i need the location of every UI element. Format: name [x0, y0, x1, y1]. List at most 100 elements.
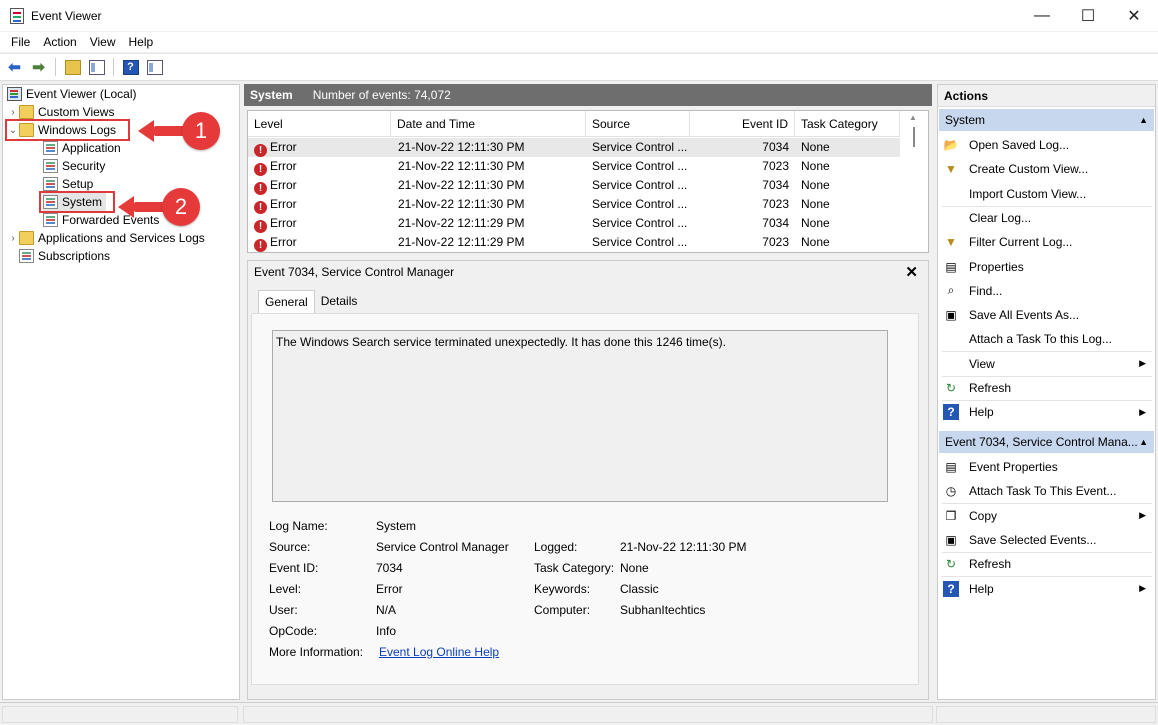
cell-source: Service Control ... — [592, 214, 692, 233]
column-event-id[interactable]: Event ID — [690, 111, 795, 137]
cell-date-time: 21-Nov-22 12:11:30 PM — [398, 176, 583, 195]
label-event-id: Event ID: — [269, 561, 319, 575]
event-log-online-help-link[interactable]: Event Log Online Help — [379, 645, 499, 659]
tree-item-security[interactable]: Security — [43, 157, 105, 175]
cell-date-time: 21-Nov-22 12:11:30 PM — [398, 195, 583, 214]
help-icon[interactable]: ? — [121, 58, 140, 77]
action-item[interactable]: ❐ Copy ▶ — [939, 504, 1154, 528]
cell-source-text: Service Control ... — [592, 235, 688, 249]
cell-event-id: 7023 — [690, 195, 789, 214]
submenu-arrow-icon: ▶ — [1139, 358, 1146, 369]
collapse-up-icon[interactable]: ▲ — [1139, 109, 1148, 131]
chevron-right-icon[interactable]: › — [7, 107, 19, 118]
forward-arrow-icon[interactable]: ➡ — [29, 58, 48, 77]
cell-source-text: Service Control ... — [592, 197, 688, 211]
tree-item-label: Setup — [62, 177, 94, 191]
action-label: Copy — [969, 508, 998, 523]
cell-task-category-text: None — [801, 216, 830, 230]
column-task-category[interactable]: Task Category — [795, 111, 900, 137]
error-icon: ! — [254, 144, 267, 157]
menu-help[interactable]: Help — [123, 32, 161, 52]
column-level[interactable]: Level — [248, 111, 391, 137]
column-date-time[interactable]: Date and Time — [391, 111, 586, 137]
tree-item-applications-services-logs[interactable]: › Applications and Services Logs — [7, 229, 205, 247]
tree-item-label: Applications and Services Logs — [38, 231, 205, 245]
menu-file[interactable]: File — [0, 32, 37, 52]
action-item[interactable]: ◷ Attach Task To This Event... — [939, 479, 1154, 503]
action-item[interactable]: Import Custom View... — [939, 182, 1154, 206]
log-icon — [43, 177, 58, 191]
save-icon: ▣ — [945, 532, 957, 547]
action-item[interactable]: Attach a Task To this Log... — [939, 327, 1154, 351]
table-row[interactable]: ! Error 21-Nov-22 12:11:29 PM Service Contr… — [248, 214, 900, 233]
actions-group-event[interactable]: Event 7034, Service Control Mana... ▲ — [939, 431, 1154, 453]
cell-task-category: None — [801, 214, 896, 233]
cell-task-category: None — [801, 138, 896, 157]
action-label: Import Custom View... — [969, 186, 1087, 201]
collapse-up-icon[interactable]: ▲ — [1139, 431, 1148, 453]
cell-event-id: 7023 — [690, 157, 789, 176]
label-more-information: More Information: — [269, 645, 364, 659]
action-item[interactable]: ↻ Refresh — [939, 552, 1154, 576]
action-item[interactable]: ▼ Filter Current Log... — [939, 230, 1154, 254]
action-label: Refresh — [969, 557, 1012, 572]
event-viewer-icon — [7, 87, 22, 101]
menu-action[interactable]: Action — [37, 32, 83, 52]
cell-event-id-text: 7023 — [762, 197, 789, 211]
show-hide-tree-icon[interactable] — [87, 58, 106, 77]
table-row[interactable]: ! Error 21-Nov-22 12:11:30 PM Service Contr… — [248, 157, 900, 176]
callout-number: 1 — [182, 112, 220, 150]
value-user: N/A — [376, 603, 397, 617]
table-row[interactable]: ! Error 21-Nov-22 12:11:30 PM Service Contr… — [248, 195, 900, 214]
action-item[interactable]: ⌕ Find... — [939, 279, 1154, 303]
value-keywords: Classic — [620, 582, 659, 596]
close-detail-icon[interactable]: ✕ — [905, 263, 918, 281]
action-item[interactable]: ▣ Save Selected Events... — [939, 528, 1154, 552]
column-source[interactable]: Source — [586, 111, 690, 137]
action-item[interactable]: 📂 Open Saved Log... — [939, 133, 1154, 157]
callout-number: 2 — [162, 188, 200, 226]
cell-source: Service Control ... — [592, 157, 692, 176]
action-item[interactable]: Clear Log... — [939, 206, 1154, 230]
action-item[interactable]: ▼ Create Custom View... — [939, 157, 1154, 181]
table-row[interactable]: ! Error 21-Nov-22 12:11:30 PM Service Contr… — [248, 176, 900, 195]
action-item[interactable]: ▣ Save All Events As... — [939, 303, 1154, 327]
log-icon — [43, 213, 58, 227]
action-item[interactable]: ▤ Event Properties — [939, 455, 1154, 479]
up-folder-icon[interactable] — [63, 58, 82, 77]
tab-details[interactable]: Details — [315, 290, 364, 314]
window-title: Event Viewer — [31, 9, 102, 23]
action-item[interactable]: ? Help ▶ — [939, 400, 1154, 424]
chevron-right-icon[interactable]: › — [7, 233, 19, 244]
action-label: Help — [969, 581, 994, 596]
tree-item-label: Application — [62, 141, 121, 155]
scroll-thumb[interactable] — [913, 127, 915, 147]
action-label: Filter Current Log... — [969, 235, 1073, 250]
event-description[interactable]: The Windows Search service terminated un… — [272, 330, 888, 502]
back-arrow-icon[interactable]: ⬅ — [5, 58, 24, 77]
tab-general[interactable]: General — [258, 290, 315, 314]
minimize-button[interactable]: — — [1019, 0, 1065, 32]
tree-root[interactable]: Event Viewer (Local) — [7, 85, 137, 103]
navigation-tree: Event Viewer (Local) › Custom Views ⌄ Wi… — [2, 84, 240, 700]
label-computer: Computer: — [534, 603, 591, 617]
events-scrollbar[interactable]: ▲ — [900, 111, 928, 252]
show-hide-action-pane-icon[interactable] — [145, 58, 164, 77]
menu-view[interactable]: View — [84, 32, 123, 52]
cell-event-id: 7034 — [690, 176, 789, 195]
toolbar-separator — [55, 58, 56, 76]
close-window-button[interactable]: ✕ — [1111, 0, 1157, 32]
action-item[interactable]: ? Help ▶ — [939, 577, 1154, 601]
action-item[interactable]: ↻ Refresh — [939, 376, 1154, 400]
tree-item-application[interactable]: Application — [43, 139, 121, 157]
table-row[interactable]: ! Error 21-Nov-22 12:11:30 PM Service Contr… — [248, 138, 900, 157]
actions-group-system[interactable]: System ▲ — [939, 109, 1154, 131]
action-item[interactable]: View ▶ — [939, 352, 1154, 376]
submenu-arrow-icon: ▶ — [1139, 406, 1146, 417]
maximize-button[interactable]: ☐ — [1065, 0, 1111, 32]
table-row[interactable]: ! Error 21-Nov-22 12:11:29 PM Service Contr… — [248, 233, 900, 252]
cell-event-id: 7034 — [690, 138, 789, 157]
scroll-up-icon[interactable]: ▲ — [909, 113, 917, 122]
tree-item-subscriptions[interactable]: Subscriptions — [19, 247, 110, 265]
action-item[interactable]: ▤ Properties — [939, 255, 1154, 279]
